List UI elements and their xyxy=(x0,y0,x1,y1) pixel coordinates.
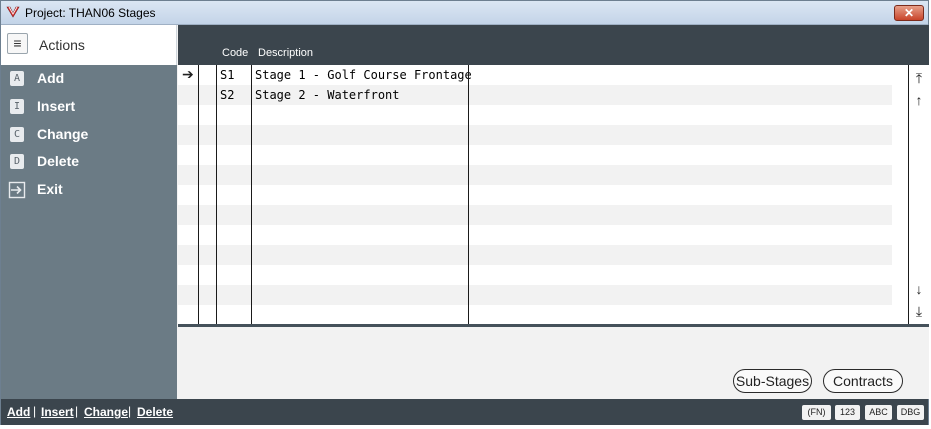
column-divider xyxy=(216,65,217,327)
title-bar[interactable]: Project: THAN06 Stages ✕ xyxy=(1,1,928,25)
numeric-badge[interactable]: 123 xyxy=(835,405,860,420)
cell-description[interactable]: Stage 1 - Golf Course Frontage xyxy=(255,68,472,82)
actions-title: Actions xyxy=(39,37,85,53)
key-d-icon: D xyxy=(10,154,24,169)
action-add-label: Add xyxy=(37,70,65,86)
actions-header: ≡ Actions xyxy=(1,25,177,65)
empty-row[interactable] xyxy=(178,305,892,325)
table-row[interactable]: ➔ S1 Stage 1 - Golf Course Frontage xyxy=(178,65,892,85)
cell-code[interactable]: S1 xyxy=(220,68,234,82)
window-title: Project: THAN06 Stages xyxy=(25,6,156,20)
abc-badge[interactable]: ABC xyxy=(865,405,892,420)
row-pointer-arrow-icon: ➔ xyxy=(182,66,194,82)
exit-icon xyxy=(8,181,26,199)
empty-row[interactable] xyxy=(178,205,892,225)
status-bar: Add | Insert | Change | Delete (FN) 123 … xyxy=(1,399,928,425)
status-separator: | xyxy=(75,404,79,418)
column-divider xyxy=(198,65,199,327)
status-separator: | xyxy=(33,404,37,418)
column-divider xyxy=(468,65,469,327)
window: Project: THAN06 Stages ✕ ≡ Actions A Add… xyxy=(0,0,929,425)
status-link-change[interactable]: Change xyxy=(84,405,128,419)
empty-row[interactable] xyxy=(178,145,892,165)
empty-row[interactable] xyxy=(178,185,892,205)
action-exit[interactable]: Exit xyxy=(1,177,177,203)
app-logo-icon xyxy=(6,6,20,18)
column-divider xyxy=(251,65,252,327)
action-add[interactable]: A Add xyxy=(1,66,177,92)
action-change[interactable]: C Change xyxy=(1,122,177,148)
action-insert-label: Insert xyxy=(37,98,76,114)
detail-area: Sub-Stages Contracts xyxy=(178,327,929,399)
hamburger-menu-icon[interactable]: ≡ xyxy=(7,33,28,54)
empty-row[interactable] xyxy=(178,265,892,285)
action-delete[interactable]: D Delete xyxy=(1,149,177,175)
empty-row[interactable] xyxy=(178,125,892,145)
debug-badge[interactable]: DBG xyxy=(897,405,924,420)
empty-row[interactable] xyxy=(178,225,892,245)
sub-stages-button[interactable]: Sub-Stages xyxy=(733,369,812,393)
column-header-code[interactable]: Code xyxy=(222,47,248,59)
empty-row[interactable] xyxy=(178,285,892,305)
status-link-add[interactable]: Add xyxy=(7,405,30,419)
cell-code[interactable]: S2 xyxy=(220,88,234,102)
action-change-label: Change xyxy=(37,126,89,142)
status-link-delete[interactable]: Delete xyxy=(137,405,173,419)
stages-grid: ➔ S1 Stage 1 - Golf Course Frontage S2 S… xyxy=(178,65,908,327)
empty-row[interactable] xyxy=(178,245,892,265)
status-link-insert[interactable]: Insert xyxy=(41,405,74,419)
action-insert[interactable]: I Insert xyxy=(1,94,177,120)
action-delete-label: Delete xyxy=(37,153,80,169)
scroll-up-icon[interactable]: ↑ xyxy=(912,92,926,108)
key-i-icon: I xyxy=(10,99,24,114)
vertical-scroll-column: ⤒ ↑ ↓ ⤓ xyxy=(908,65,929,327)
scroll-down-icon[interactable]: ↓ xyxy=(912,281,926,297)
cell-description[interactable]: Stage 2 - Waterfront xyxy=(255,88,400,102)
empty-row[interactable] xyxy=(178,165,892,185)
grid-header: Code Description xyxy=(178,25,929,65)
key-c-icon: C xyxy=(10,127,24,142)
actions-panel: ≡ Actions A Add I Insert C Change D Dele… xyxy=(1,25,177,399)
scroll-to-top-icon[interactable]: ⤒ xyxy=(912,70,926,86)
empty-row[interactable] xyxy=(178,105,892,125)
table-row[interactable]: S2 Stage 2 - Waterfront xyxy=(178,85,892,105)
key-a-icon: A xyxy=(10,71,24,86)
contracts-button[interactable]: Contracts xyxy=(823,369,903,393)
fn-badge[interactable]: (FN) xyxy=(802,405,831,420)
column-header-description[interactable]: Description xyxy=(258,47,313,59)
status-separator: | xyxy=(128,404,132,418)
scroll-to-bottom-icon[interactable]: ⤓ xyxy=(912,303,926,319)
action-exit-label: Exit xyxy=(37,181,63,197)
close-button[interactable]: ✕ xyxy=(894,5,924,21)
